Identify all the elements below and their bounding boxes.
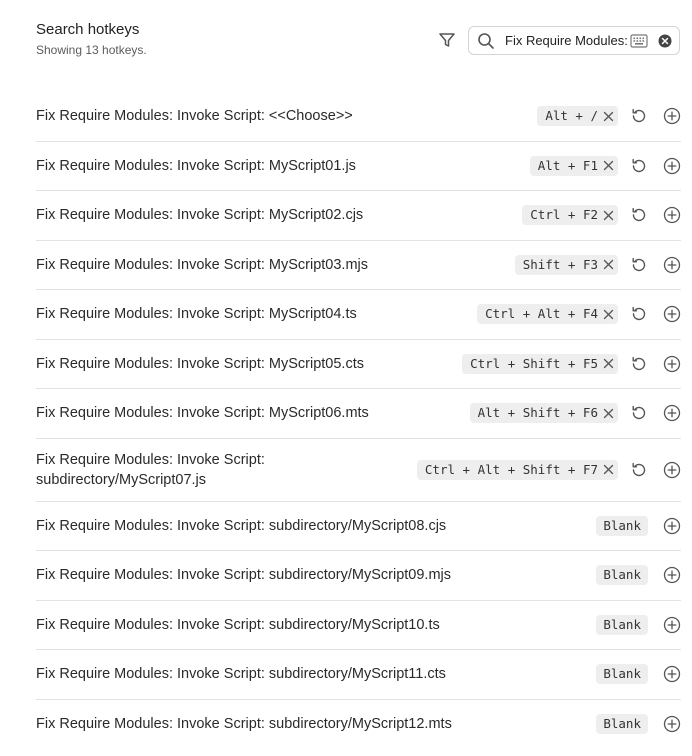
blank-hotkey-chip: Blank: [596, 714, 648, 735]
add-hotkey-icon[interactable]: [663, 517, 681, 535]
hotkey-row: Fix Require Modules: Invoke Script: MySc…: [36, 290, 681, 340]
add-hotkey-icon[interactable]: [663, 404, 681, 422]
add-hotkey-icon[interactable]: [663, 355, 681, 373]
hotkey-chip: Alt + Shift + F6: [469, 403, 618, 424]
hotkey-row: Fix Require Modules: Invoke Script: MySc…: [36, 389, 681, 439]
keyboard-icon[interactable]: [630, 33, 648, 49]
hotkey-label: Ctrl + Alt + Shift + F7: [424, 461, 598, 477]
hotkey-chip: Ctrl + Alt + F4: [477, 304, 618, 325]
remove-hotkey-icon[interactable]: [602, 308, 614, 320]
restore-default-icon[interactable]: [630, 206, 648, 224]
hotkey-row: Fix Require Modules: Invoke Script: MySc…: [36, 142, 681, 191]
hotkey-controls: Blank: [596, 714, 681, 735]
hotkey-controls: Ctrl + Shift + F5: [462, 353, 681, 374]
hotkey-row: Fix Require Modules: Invoke Script: subd…: [36, 439, 681, 502]
hotkey-controls: Alt + F1: [529, 155, 681, 176]
add-hotkey-icon[interactable]: [663, 616, 681, 634]
hotkey-row: Fix Require Modules: Invoke Script: MySc…: [36, 241, 681, 290]
hotkey-controls: Blank: [596, 664, 681, 685]
hotkey-chip: Ctrl + Shift + F5: [462, 353, 618, 374]
hotkeys-settings-page: Search hotkeys Showing 13 hotkeys. Fix R…: [0, 0, 692, 756]
filter-icon: [439, 33, 455, 47]
command-name: Fix Require Modules: Invoke Script: subd…: [36, 567, 452, 584]
restore-default-icon[interactable]: [630, 107, 648, 125]
restore-default-icon[interactable]: [630, 461, 648, 479]
command-name: Fix Require Modules: Invoke Script: MySc…: [36, 256, 368, 273]
hotkey-chip: Alt + F1: [529, 155, 618, 176]
hotkey-row: Fix Require Modules: Invoke Script: MySc…: [36, 340, 681, 389]
command-name: Fix Require Modules: Invoke Script: MySc…: [36, 355, 364, 372]
add-hotkey-icon[interactable]: [663, 566, 681, 584]
command-name: Fix Require Modules: Invoke Script: MySc…: [36, 405, 369, 422]
remove-hotkey-icon[interactable]: [602, 407, 614, 419]
command-name: Fix Require Modules: Invoke Script: MySc…: [36, 157, 356, 174]
hotkey-row: Fix Require Modules: Invoke Script: subd…: [36, 601, 681, 650]
hotkey-label: Shift + F3: [522, 256, 598, 272]
remove-hotkey-icon[interactable]: [602, 358, 614, 370]
hotkey-label: Alt + Shift + F6: [477, 405, 598, 421]
command-name: Fix Require Modules: Invoke Script: MySc…: [36, 306, 357, 323]
command-name: Fix Require Modules: Invoke Script: subd…: [36, 616, 440, 633]
add-hotkey-icon[interactable]: [663, 157, 681, 175]
command-name: Fix Require Modules: Invoke Script: subd…: [36, 451, 265, 488]
command-name: Fix Require Modules: Invoke Script: subd…: [36, 666, 446, 683]
remove-hotkey-icon[interactable]: [602, 110, 614, 122]
hotkey-label: Ctrl + F2: [530, 207, 598, 223]
restore-default-icon[interactable]: [630, 404, 648, 422]
hotkey-controls: Blank: [596, 614, 681, 635]
hotkey-row: Fix Require Modules: Invoke Script: MySc…: [36, 191, 681, 241]
add-hotkey-icon[interactable]: [663, 715, 681, 733]
blank-hotkey-chip: Blank: [596, 664, 648, 685]
hotkey-row: Fix Require Modules: Invoke Script: subd…: [36, 551, 681, 601]
add-hotkey-icon[interactable]: [663, 256, 681, 274]
add-hotkey-icon[interactable]: [663, 305, 681, 323]
add-hotkey-icon[interactable]: [663, 107, 681, 125]
hotkey-chip: Alt + /: [537, 106, 618, 127]
search-box[interactable]: [468, 26, 680, 55]
hotkey-controls: Shift + F3: [514, 254, 681, 275]
command-name: Fix Require Modules: Invoke Script: subd…: [36, 716, 452, 733]
hotkey-controls: Ctrl + Alt + F4: [477, 304, 681, 325]
hotkey-list: Fix Require Modules: Invoke Script: <<Ch…: [36, 92, 681, 749]
restore-default-icon[interactable]: [630, 256, 648, 274]
command-name: Fix Require Modules: Invoke Script: MySc…: [36, 207, 364, 224]
hotkey-label: Alt + F1: [537, 157, 598, 173]
hotkey-chip: Ctrl + Alt + Shift + F7: [416, 459, 618, 480]
hotkey-label: Ctrl + Shift + F5: [470, 355, 598, 371]
blank-hotkey-chip: Blank: [596, 515, 648, 536]
add-hotkey-icon[interactable]: [663, 206, 681, 224]
remove-hotkey-icon[interactable]: [602, 464, 614, 476]
blank-hotkey-chip: Blank: [596, 614, 648, 635]
hotkey-row: Fix Require Modules: Invoke Script: subd…: [36, 700, 681, 750]
remove-hotkey-icon[interactable]: [602, 160, 614, 172]
restore-default-icon[interactable]: [630, 305, 648, 323]
command-name: Fix Require Modules: Invoke Script: <<Ch…: [36, 108, 353, 125]
search-input[interactable]: [505, 31, 627, 50]
clear-search-icon[interactable]: [658, 34, 672, 48]
hotkey-label: Alt + /: [545, 108, 598, 124]
add-hotkey-icon[interactable]: [663, 461, 681, 479]
hotkey-controls: Blank: [596, 515, 681, 536]
hotkey-row: Fix Require Modules: Invoke Script: subd…: [36, 502, 681, 551]
hotkey-controls: Alt + Shift + F6: [469, 403, 681, 424]
add-hotkey-icon[interactable]: [663, 665, 681, 683]
hotkey-chip: Shift + F3: [514, 254, 618, 275]
filter-button[interactable]: [436, 29, 458, 51]
blank-hotkey-chip: Blank: [596, 565, 648, 586]
hotkey-row: Fix Require Modules: Invoke Script: subd…: [36, 650, 681, 700]
search-icon: [478, 33, 494, 49]
hotkey-chip: Ctrl + F2: [522, 205, 618, 226]
hotkey-label: Ctrl + Alt + F4: [485, 306, 598, 322]
hotkey-controls: Ctrl + Alt + Shift + F7: [416, 459, 681, 480]
remove-hotkey-icon[interactable]: [602, 259, 614, 271]
hotkey-controls: Ctrl + F2: [522, 205, 681, 226]
restore-default-icon[interactable]: [630, 355, 648, 373]
hotkey-controls: Blank: [596, 565, 681, 586]
hotkey-row: Fix Require Modules: Invoke Script: <<Ch…: [36, 92, 681, 142]
hotkeys-header: Search hotkeys Showing 13 hotkeys.: [36, 20, 682, 70]
restore-default-icon[interactable]: [630, 157, 648, 175]
remove-hotkey-icon[interactable]: [602, 209, 614, 221]
command-name: Fix Require Modules: Invoke Script: subd…: [36, 517, 447, 534]
hotkey-controls: Alt + /: [537, 106, 681, 127]
